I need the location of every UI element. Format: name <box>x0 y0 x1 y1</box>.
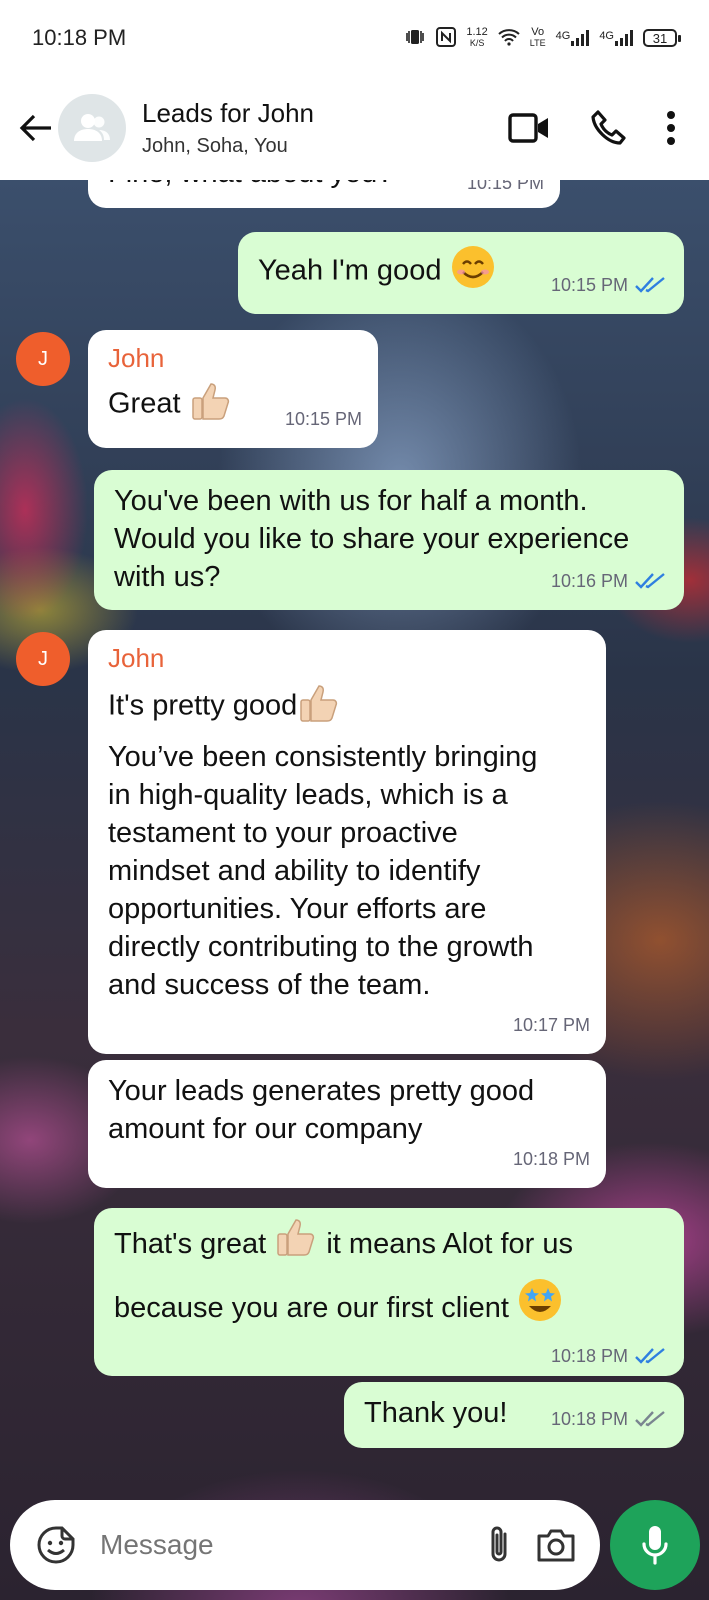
arrow-left-icon <box>19 114 51 142</box>
chat-participants: John, Soha, You <box>142 135 288 157</box>
group-icon <box>74 114 110 141</box>
message-bubble-outgoing[interactable]: That's great it means Alot for us becaus… <box>94 1208 684 1376</box>
message-bubble-outgoing[interactable]: Yeah I'm good 10:15 PM <box>238 232 684 314</box>
status-bar: 10:18 PM 1.12 K/S Vo LTE 4G 4G 31 <box>0 0 709 76</box>
message-bubble-outgoing[interactable]: You've been with us for half a month. Wo… <box>94 470 684 610</box>
battery-icon: 31 <box>643 29 681 47</box>
read-double-check-icon <box>635 277 665 293</box>
sticker-icon <box>37 1526 75 1564</box>
message-time: 10:18 PM <box>551 1400 668 1438</box>
sender-avatar[interactable]: J <box>16 332 70 386</box>
message-bubble-incoming[interactable]: John It's pretty good You’ve been consis… <box>88 630 606 1054</box>
sender-avatar[interactable]: J <box>16 632 70 686</box>
video-call-button[interactable] <box>501 100 557 156</box>
thumbs-up-emoji-icon <box>189 378 233 432</box>
read-double-check-icon <box>635 1348 665 1364</box>
sender-name: John <box>108 343 165 373</box>
back-button[interactable] <box>18 110 54 146</box>
message-bubble-incoming[interactable]: John Great 10:15 PM <box>88 330 378 448</box>
video-camera-icon <box>508 113 548 143</box>
network-speed: 1.12 K/S <box>466 26 488 49</box>
smiling-face-emoji-icon <box>450 244 496 300</box>
voice-message-button[interactable] <box>610 1500 700 1590</box>
status-icons: 1.12 K/S Vo LTE 4G 4G 31 <box>404 26 681 50</box>
paperclip-icon <box>491 1526 507 1562</box>
star-struck-emoji-icon <box>517 1277 563 1342</box>
microphone-icon <box>642 1526 668 1565</box>
message-time: 10:17 PM <box>512 1015 590 1035</box>
message-time: 10:15 PM <box>466 180 544 193</box>
voice-call-button[interactable] <box>581 100 637 156</box>
delivered-double-check-icon <box>635 1411 665 1427</box>
phone-icon <box>591 110 626 145</box>
attach-button[interactable] <box>485 1521 513 1569</box>
signal-bars-icon <box>615 30 633 46</box>
signal-2: 4G <box>599 30 633 46</box>
camera-button[interactable] <box>535 1521 577 1569</box>
read-double-check-icon <box>635 573 665 589</box>
message-input[interactable] <box>98 1528 463 1562</box>
chat-title: Leads for John <box>142 98 315 128</box>
message-time: 10:18 PM <box>512 1149 590 1169</box>
message-list[interactable]: Fine, what about you? 10:15 PM Yeah I'm … <box>0 180 709 1490</box>
message-bubble-outgoing[interactable]: Thank you! 10:18 PM <box>344 1382 684 1448</box>
status-time: 10:18 PM <box>32 25 127 50</box>
sender-name: John <box>108 643 165 673</box>
chat-title-area[interactable]: Leads for John John, Soha, You <box>142 98 477 158</box>
camera-icon <box>537 1529 575 1562</box>
message-time: 10:18 PM <box>551 1346 668 1366</box>
vibrate-icon <box>404 28 426 49</box>
signal-bars-icon <box>571 30 590 46</box>
nfc-icon <box>436 26 457 50</box>
more-vertical-icon <box>667 111 675 145</box>
message-bubble-incoming[interactable]: Your leads generates pretty good amount … <box>88 1060 606 1188</box>
thumbs-up-emoji-icon <box>297 680 341 734</box>
message-time: 10:16 PM <box>551 562 668 600</box>
more-options-button[interactable] <box>651 100 691 156</box>
message-bubble-incoming[interactable]: Fine, what about you? 10:15 PM <box>88 180 560 208</box>
volte-indicator: Vo LTE <box>529 26 546 49</box>
group-avatar[interactable] <box>58 94 126 162</box>
sticker-button[interactable] <box>36 1525 76 1565</box>
signal-1: 4G <box>556 30 590 46</box>
chat-header: Leads for John John, Soha, You <box>0 76 709 180</box>
thumbs-up-emoji-icon <box>274 1214 318 1277</box>
wifi-icon <box>498 28 520 49</box>
message-time: 10:15 PM <box>284 409 362 429</box>
message-input-bar <box>10 1500 600 1590</box>
message-time: 10:15 PM <box>551 266 668 304</box>
